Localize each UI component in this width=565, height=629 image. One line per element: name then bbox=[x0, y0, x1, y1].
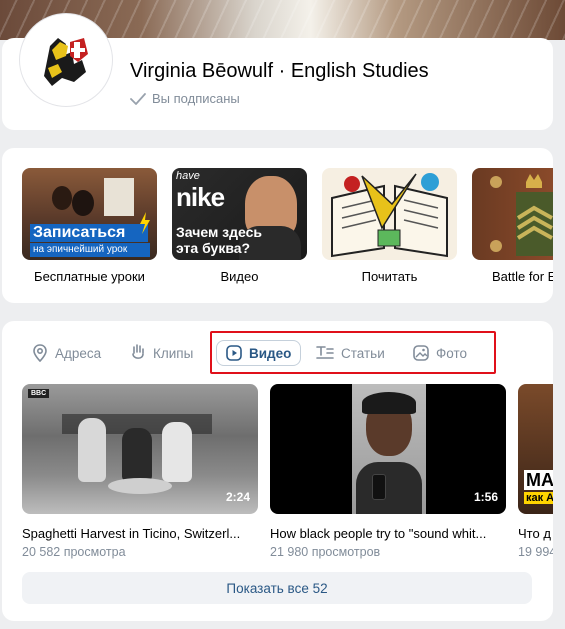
shelf-label: Battle for E bbox=[492, 269, 553, 284]
overlay-title: MA bbox=[524, 470, 553, 490]
tab-addresses[interactable]: Адреса bbox=[32, 340, 101, 366]
video-views: 20 582 просмотра bbox=[22, 545, 126, 559]
overlay-title: Зачем здесь bbox=[176, 224, 263, 240]
video-duration: 1:56 bbox=[473, 490, 498, 504]
open-book-icon bbox=[331, 173, 448, 258]
video-title[interactable]: Spaghetti Harvest in Ticino, Switzerl... bbox=[22, 526, 258, 541]
overlay-subtitle: на эпичнейший урок bbox=[30, 243, 150, 257]
overlay-title: Записаться bbox=[30, 224, 148, 242]
video-thumbnail: MA как А bbox=[518, 384, 553, 514]
clips-icon bbox=[132, 344, 144, 359]
subscription-status[interactable]: Вы подписаны bbox=[130, 91, 240, 106]
shelf-thumbnail: have nike Зачем здесь эта буква? bbox=[172, 168, 307, 260]
shelf-label: Видео bbox=[220, 269, 259, 284]
show-all-button[interactable]: Показать все 52 bbox=[22, 572, 532, 604]
video-thumbnail: 1:56 bbox=[270, 384, 506, 514]
overlay-subtitle: эта буква? bbox=[176, 240, 251, 256]
heraldic-logo-icon bbox=[22, 16, 110, 104]
video-views: 19 994 bbox=[518, 545, 553, 559]
video-thumbnail: BBC 2:24 bbox=[22, 384, 258, 514]
bbc-badge: BBC bbox=[28, 389, 50, 398]
video-views: 21 980 просмотров bbox=[270, 545, 381, 559]
video-title[interactable]: How black people try to "sound whit... bbox=[270, 526, 506, 541]
shelf-thumbnail bbox=[472, 168, 553, 260]
shelf-thumbnail: Записаться на эпичнейший урок bbox=[22, 168, 157, 260]
shelf-item-video[interactable]: have nike Зачем здесь эта буква? Видео bbox=[172, 168, 307, 284]
shelf-thumbnail bbox=[322, 168, 457, 260]
tab-label: Адреса bbox=[55, 345, 102, 361]
shelf-item-battle[interactable]: Battle for E bbox=[472, 168, 553, 284]
lightning-icon bbox=[140, 212, 150, 234]
military-badge-icon bbox=[490, 174, 553, 256]
avatar[interactable] bbox=[20, 14, 112, 106]
location-pin-icon bbox=[33, 344, 47, 362]
shelf-label: Бесплатные уроки bbox=[34, 269, 145, 284]
overlay-brand: nike bbox=[176, 182, 225, 212]
video-title[interactable]: Что д bbox=[518, 526, 553, 541]
shelf-item-free-lessons[interactable]: Записаться на эпичнейший урок Бесплатные… bbox=[22, 168, 157, 284]
tab-clips[interactable]: Клипы bbox=[130, 340, 193, 366]
highlight-box bbox=[210, 331, 496, 374]
shelf-label: Почитать bbox=[361, 269, 418, 284]
overlay-top-word: have bbox=[176, 170, 200, 182]
video-card[interactable]: BBC 2:24 Spaghetti Harvest in Ticino, Sw… bbox=[22, 384, 258, 559]
subscription-label: Вы подписаны bbox=[152, 91, 240, 106]
video-duration: 2:24 bbox=[225, 490, 250, 504]
video-card[interactable]: MA как А Что д 19 994 bbox=[518, 384, 553, 559]
page-title: Virginia Bēowulf · English Studies bbox=[130, 60, 429, 82]
checkmark-icon bbox=[130, 92, 146, 105]
video-card[interactable]: 1:56 How black people try to "sound whit… bbox=[270, 384, 506, 559]
shelf-item-reading[interactable]: Почитать bbox=[322, 168, 457, 284]
overlay-subtitle: как А bbox=[524, 492, 553, 504]
tab-label: Клипы bbox=[153, 345, 194, 361]
